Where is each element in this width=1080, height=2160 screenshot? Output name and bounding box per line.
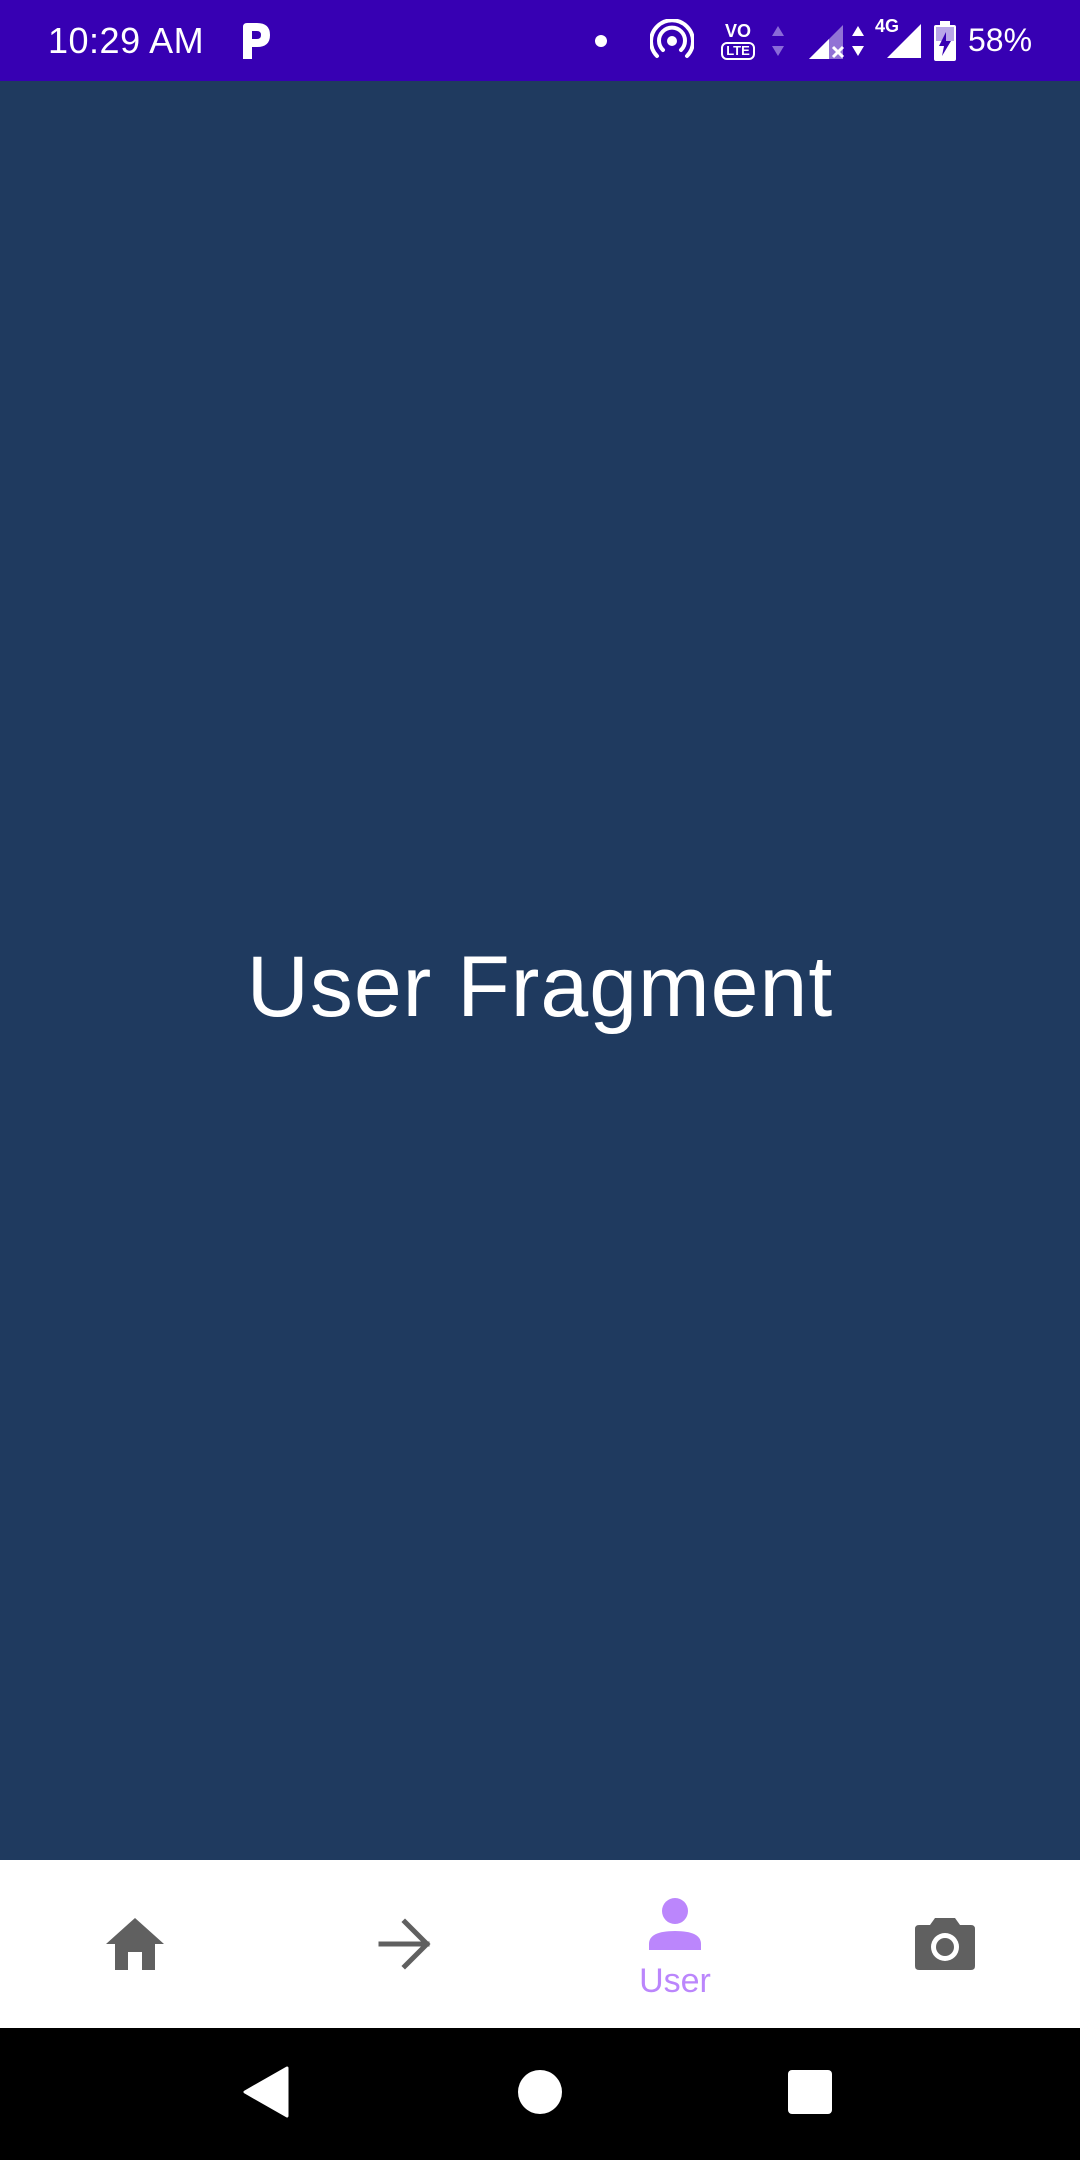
app-screen: 10:29 AM VO LTE 4G 58% User Fragment Use…	[0, 0, 1080, 2160]
recents-icon	[787, 2069, 833, 2120]
system-back-button[interactable]	[206, 2028, 326, 2160]
person-icon	[639, 1888, 711, 1960]
status-time: 10:29 AM	[48, 20, 205, 61]
nav-item-forward[interactable]	[270, 1860, 540, 2028]
bottom-navigation: User	[0, 1860, 1080, 2028]
camera-icon	[909, 1908, 981, 1980]
back-icon	[243, 2066, 289, 2123]
fragment-title: User Fragment	[246, 938, 834, 1035]
status-bar: 10:29 AM VO LTE 4G 58%	[0, 0, 1080, 81]
arrow-right-icon	[369, 1908, 441, 1980]
nav-item-home[interactable]	[0, 1860, 270, 2028]
nav-item-user[interactable]: User	[540, 1860, 810, 2028]
parking-app-icon	[226, 0, 286, 81]
data-arrows-icon	[848, 0, 868, 81]
nav-item-camera[interactable]	[810, 1860, 1080, 2028]
lte-label: LTE	[721, 41, 755, 60]
system-home-button[interactable]	[480, 2028, 600, 2160]
signal-no-sim-icon	[804, 0, 850, 81]
hotspot-icon	[646, 0, 698, 81]
system-navigation-bar	[0, 2028, 1080, 2160]
system-recents-button[interactable]	[750, 2028, 870, 2160]
fragment-container: User Fragment	[0, 81, 1080, 1860]
battery-percent: 58%	[968, 22, 1033, 58]
data-activity-icon	[766, 0, 790, 81]
home-circle-icon	[517, 2069, 563, 2120]
battery-charging-icon	[930, 0, 960, 81]
volte-label: VO	[724, 20, 751, 41]
home-icon	[99, 1908, 171, 1980]
notification-dot-icon	[588, 0, 614, 81]
signal-icon	[884, 0, 924, 81]
volte-icon: VO LTE	[712, 0, 764, 81]
nav-item-user-label: User	[639, 1961, 711, 2000]
